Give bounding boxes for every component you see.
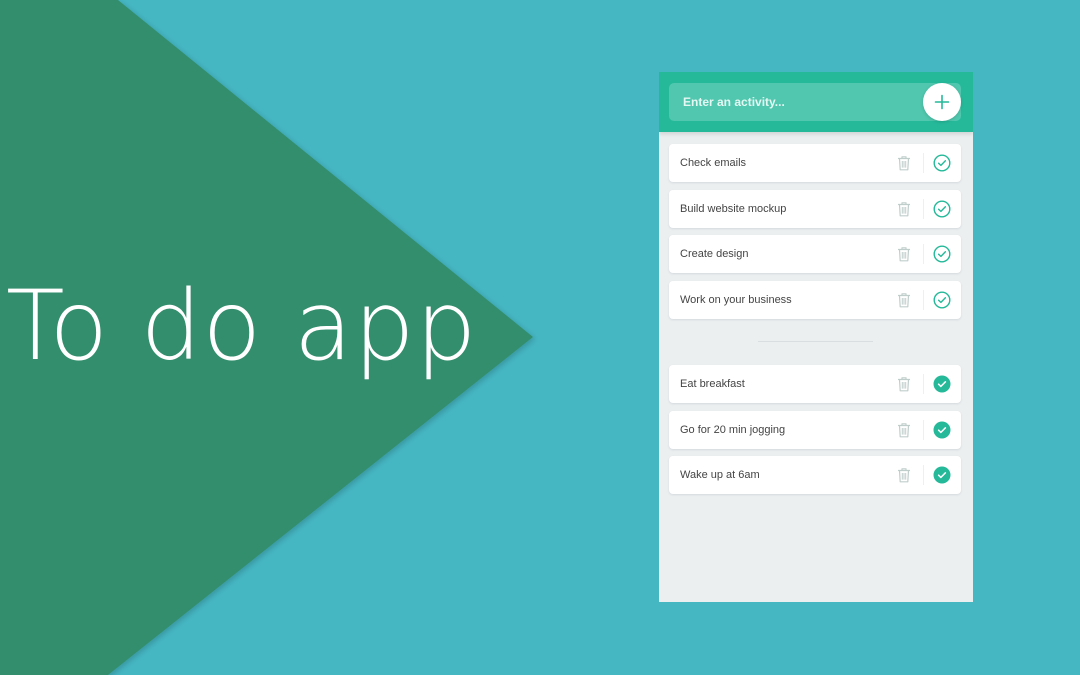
completed-item: Eat breakfast [669, 365, 961, 403]
complete-button[interactable] [932, 290, 952, 310]
complete-button[interactable] [932, 244, 952, 264]
completed-item-text: Go for 20 min jogging [680, 423, 786, 436]
todo-item-text: Create design [680, 248, 749, 261]
add-button[interactable] [923, 83, 961, 121]
trash-icon [898, 247, 910, 262]
plus-icon [934, 94, 950, 110]
todo-item-text: Check emails [680, 157, 747, 169]
completed-list: Eat breakfast Go for 20 min jogging Wake… [669, 365, 961, 502]
item-divider [923, 153, 924, 173]
item-divider [923, 289, 924, 310]
todo-item: Build website mockup [669, 189, 961, 228]
item-divider [923, 465, 924, 486]
delete-button[interactable] [895, 200, 913, 218]
completed-item-text: Wake up at 6am [680, 469, 760, 482]
todo-list: Check emails Build website mockup Create… [669, 144, 961, 326]
uncomplete-button[interactable] [932, 420, 952, 440]
todo-item: Check emails [669, 144, 961, 182]
todo-item: Create design [669, 235, 961, 274]
complete-button[interactable] [932, 153, 952, 173]
trash-icon [898, 292, 910, 308]
check-circle-outline-icon [933, 200, 951, 218]
trash-icon [898, 468, 910, 483]
item-divider [923, 198, 924, 219]
check-circle-filled-icon [933, 375, 951, 393]
app-header [659, 72, 973, 132]
todo-item-text: Work on your business [680, 293, 792, 306]
trash-icon [898, 377, 910, 392]
trash-icon [898, 201, 910, 216]
check-circle-outline-icon [933, 154, 951, 172]
todo-item-text: Build website mockup [680, 202, 787, 215]
completed-item: Wake up at 6am [669, 456, 961, 495]
item-divider [923, 419, 924, 440]
check-circle-filled-icon [933, 421, 951, 439]
delete-button[interactable] [895, 421, 913, 439]
complete-button[interactable] [932, 199, 952, 219]
delete-button[interactable] [895, 375, 913, 393]
trash-icon [898, 422, 910, 437]
activity-input[interactable] [669, 83, 961, 121]
uncomplete-button[interactable] [932, 465, 952, 485]
item-divider [923, 374, 924, 394]
delete-button[interactable] [895, 245, 913, 263]
list-divider [758, 341, 873, 342]
uncomplete-button[interactable] [932, 374, 952, 394]
trash-icon [898, 156, 910, 171]
completed-item: Go for 20 min jogging [669, 410, 961, 449]
check-circle-outline-icon [933, 245, 951, 263]
item-divider [923, 244, 924, 265]
todo-app-panel: Check emails Build website mockup [659, 72, 973, 602]
check-circle-filled-icon [933, 466, 951, 484]
delete-button[interactable] [895, 466, 913, 484]
completed-item-text: Eat breakfast [680, 378, 745, 390]
todo-item: Work on your business [669, 280, 961, 319]
delete-button[interactable] [895, 154, 913, 172]
delete-button[interactable] [895, 291, 913, 309]
hero-title: To do app [6, 270, 478, 382]
check-circle-outline-icon [933, 291, 951, 309]
